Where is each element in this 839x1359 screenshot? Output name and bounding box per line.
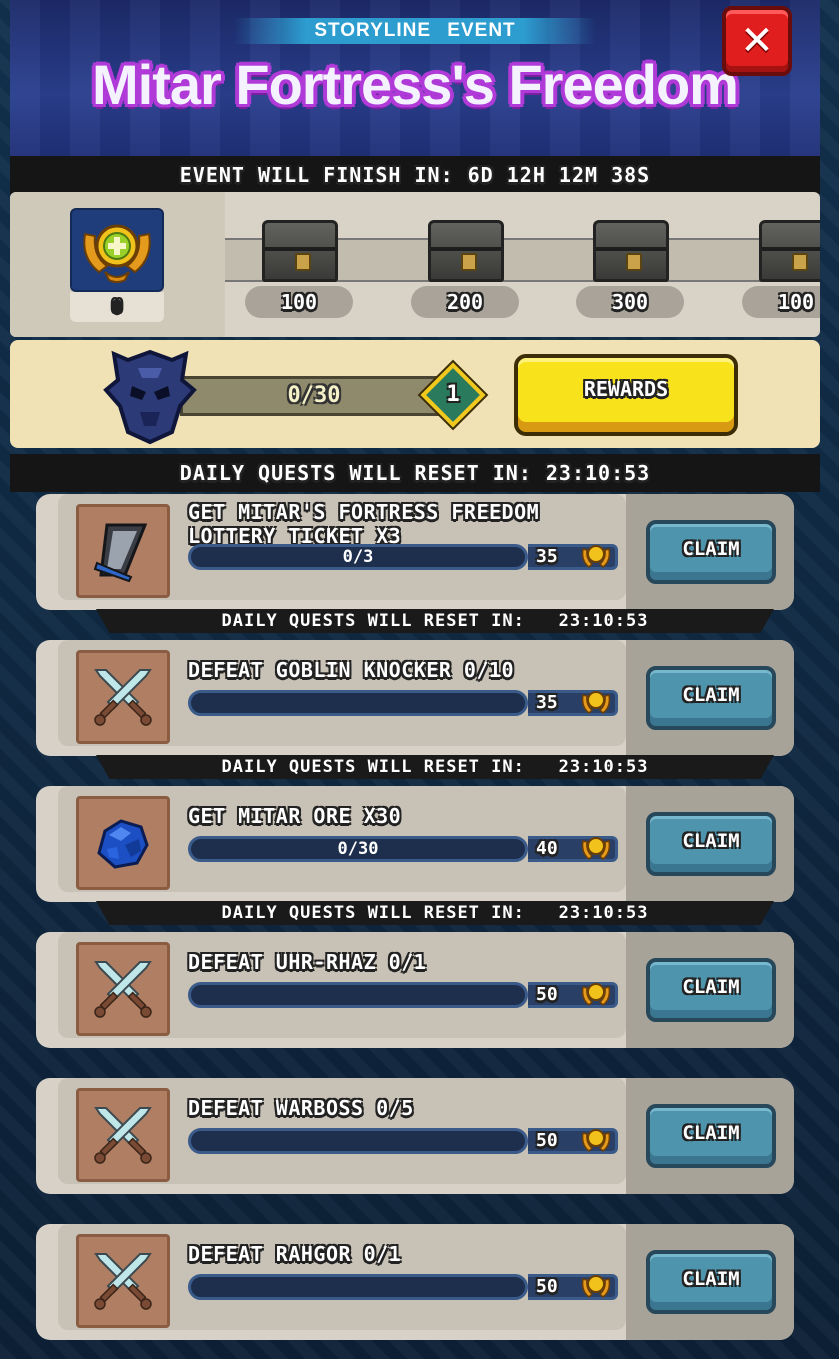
chest-icon: [593, 220, 669, 282]
event-timer-value: 6D 12H 12M 38S: [467, 163, 651, 187]
quest-reward: 40: [528, 836, 618, 862]
gold-laurel-icon: [580, 1125, 612, 1155]
quest-reward-value: 40: [536, 838, 558, 859]
quest-card: DEFEAT WARBOSS 0/5 50 CLAIM: [36, 1078, 794, 1194]
daily-timer-value: 23:10:53: [545, 461, 651, 485]
quest-reward: 50: [528, 1128, 618, 1154]
chest-icon: [759, 220, 820, 282]
quest-reward: 35: [528, 544, 618, 570]
quest-title: DEFEAT UHR-RHAZ 0/1: [188, 950, 427, 974]
quest-progress-bar: [188, 1274, 528, 1300]
quest-reset-strip: DAILY QUESTS WILL RESET IN: 23:10:53: [96, 609, 774, 633]
gold-laurel-icon: [580, 979, 612, 1009]
quest-title: DEFEAT WARBOSS 0/5: [188, 1096, 414, 1120]
crossed-swords-icon: [76, 942, 170, 1036]
quest-reset-strip: DAILY QUESTS WILL RESET IN: 23:10:53: [96, 901, 774, 925]
quest-reset-strip: DAILY QUESTS WILL RESET IN: 23:10:53: [96, 755, 774, 779]
chest-label: 100: [742, 286, 820, 318]
close-x-icon: ✕: [740, 18, 774, 64]
event-title: Mitar Fortress's Freedom: [92, 53, 739, 116]
gold-laurel-icon: [580, 687, 612, 717]
claim-button[interactable]: CLAIM: [646, 666, 776, 730]
chest-icon: [262, 220, 338, 282]
event-timer: EVENT WILL FINISH IN: 6D 12H 12M 38S: [10, 156, 820, 194]
chest-label: 200: [411, 286, 519, 318]
quest-reward-value: 50: [536, 1276, 558, 1297]
quest-title: GET MITAR ORE X30: [188, 804, 402, 828]
lottery-ticket-icon: [76, 504, 170, 598]
milestone-track: 0 100 200 300 100: [10, 192, 820, 337]
rewards-button[interactable]: REWARDS: [514, 354, 738, 436]
quest-reward: 35: [528, 690, 618, 716]
reset-strip-label: DAILY QUESTS WILL RESET IN:: [221, 903, 525, 923]
milestone-chest-100[interactable]: 100: [245, 214, 355, 324]
claim-button[interactable]: CLAIM: [646, 1250, 776, 1314]
milestone-chest-200[interactable]: 200: [411, 214, 521, 324]
milestone-chest-next[interactable]: 100: [742, 214, 820, 324]
quest-card: DEFEAT UHR-RHAZ 0/1 50 CLAIM: [36, 932, 794, 1048]
level-badge: 1: [420, 362, 486, 428]
mitar-ore-icon: [76, 796, 170, 890]
reset-strip-value: 23:10:53: [558, 757, 649, 777]
quest-reward-value: 35: [536, 692, 558, 713]
event-header: STORYLINE EVENT Mitar Fortress's Freedom: [10, 0, 820, 156]
milestone-chest-300[interactable]: 300: [576, 214, 686, 324]
daily-timer-label: DAILY QUESTS WILL RESET IN:: [179, 461, 532, 485]
crossed-swords-icon: [76, 1088, 170, 1182]
gold-laurel-icon: [580, 1271, 612, 1301]
level-value: 1: [446, 382, 460, 407]
event-subtitle: STORYLINE EVENT: [234, 18, 596, 44]
dark-knight-helmet-icon: [100, 346, 200, 446]
chest-label: 100: [245, 286, 353, 318]
reset-strip-label: DAILY QUESTS WILL RESET IN:: [221, 757, 525, 777]
chest-icon: [428, 220, 504, 282]
quest-progress-bar: [188, 1128, 528, 1154]
quest-reward-value: 35: [536, 546, 558, 567]
close-button[interactable]: ✕: [722, 6, 792, 76]
quest-card: GET MITAR'S FORTRESS FREEDOM LOTTERY TIC…: [36, 494, 794, 610]
quest-progress-bar: 0/30: [188, 836, 528, 862]
points-value: 0: [70, 292, 164, 322]
quest-reward: 50: [528, 1274, 618, 1300]
quest-reward-value: 50: [536, 1130, 558, 1151]
quest-progress-text: 0/3: [342, 547, 374, 567]
claim-button[interactable]: CLAIM: [646, 1104, 776, 1168]
gold-laurel-icon: [580, 541, 612, 571]
quest-reward-value: 50: [536, 984, 558, 1005]
claim-button[interactable]: CLAIM: [646, 812, 776, 876]
quest-title: DEFEAT GOBLIN KNOCKER 0/10: [188, 658, 515, 682]
gold-laurel-icon: [580, 833, 612, 863]
quest-progress-text: 0/30: [337, 839, 379, 859]
quest-card: DEFEAT RAHGOR 0/1 50 CLAIM: [36, 1224, 794, 1340]
crossed-swords-icon: [76, 1234, 170, 1328]
reset-strip-value: 23:10:53: [558, 903, 649, 923]
quest-reward: 50: [528, 982, 618, 1008]
event-progress-bar: 0/30: [180, 376, 448, 416]
gold-laurel-plus-icon: [70, 208, 164, 292]
quest-title: DEFEAT RAHGOR 0/1: [188, 1242, 402, 1266]
quest-progress-bar: [188, 982, 528, 1008]
quest-card: DEFEAT GOBLIN KNOCKER 0/10 35 CLAIM: [36, 640, 794, 756]
quest-progress-bar: 0/3: [188, 544, 528, 570]
crossed-swords-icon: [76, 650, 170, 744]
event-progress-panel: 0/30 1 REWARDS: [10, 340, 820, 448]
quest-title: GET MITAR'S FORTRESS FREEDOM LOTTERY TIC…: [188, 500, 540, 548]
quest-card: GET MITAR ORE X30 0/30 40 CLAIM: [36, 786, 794, 902]
reset-strip-label: DAILY QUESTS WILL RESET IN:: [221, 611, 525, 631]
claim-button[interactable]: CLAIM: [646, 520, 776, 584]
claim-button[interactable]: CLAIM: [646, 958, 776, 1022]
daily-reset-timer: DAILY QUESTS WILL RESET IN: 23:10:53: [10, 454, 820, 492]
points-box: 0: [10, 192, 225, 337]
reset-strip-value: 23:10:53: [558, 611, 649, 631]
chest-label: 300: [576, 286, 684, 318]
quest-progress-bar: [188, 690, 528, 716]
event-progress-text: 0/30: [287, 383, 341, 408]
event-timer-label: EVENT WILL FINISH IN:: [179, 163, 454, 187]
